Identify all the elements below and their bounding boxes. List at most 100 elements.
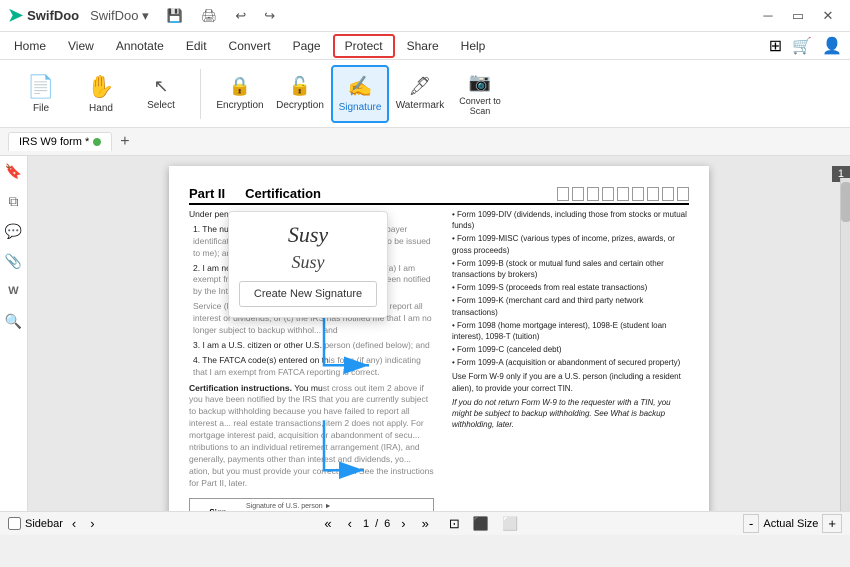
doc-area[interactable]: Susy Susy Create New Signature	[28, 156, 850, 511]
decryption-icon: 🔓	[289, 76, 311, 97]
right-item-3: • Form 1099-B (stock or mutual fund sale…	[444, 258, 689, 280]
add-tab-btn[interactable]: +	[116, 133, 133, 151]
hand-icon: ✋	[87, 74, 114, 100]
next-page-nav-btn[interactable]: ›	[396, 514, 410, 533]
menu-page[interactable]: Page	[283, 36, 331, 56]
prev-page-nav-btn[interactable]: ‹	[343, 514, 357, 533]
decryption-btn[interactable]: 🔓 Decryption	[271, 65, 329, 123]
scrollbar-track[interactable]	[840, 178, 850, 511]
menu-protect[interactable]: Protect	[333, 34, 395, 58]
signature-icon: ✍	[348, 74, 373, 99]
signature-field-label: Signature of U.S. person ►	[246, 503, 376, 510]
zoom-out-btn[interactable]: -	[743, 514, 759, 533]
sign-box: Sign Here Signature of U.S. person ► Sus…	[189, 498, 434, 511]
menu-annotate[interactable]: Annotate	[106, 36, 174, 56]
part-ii-header: Part II Certification	[189, 186, 689, 205]
menu-edit[interactable]: Edit	[176, 36, 217, 56]
right-item-2: • Form 1099-MISC (various types of incom…	[444, 233, 689, 255]
signature-field-value: Susy	[246, 510, 376, 511]
prev-page-btn[interactable]: ‹	[67, 514, 81, 533]
last-page-btn[interactable]: »	[417, 514, 434, 533]
restore-btn[interactable]: ▭	[784, 5, 812, 27]
decryption-label: Decryption	[276, 100, 324, 111]
toolbar-sep-1	[200, 69, 201, 119]
logo-icon: ➤	[8, 5, 23, 26]
sig-display-2: Susy	[239, 252, 377, 273]
scrollbar-thumb[interactable]	[841, 182, 850, 222]
right-item-5: • Form 1099-K (merchant card and third p…	[444, 295, 689, 317]
create-new-signature-btn[interactable]: Create New Signature	[239, 281, 377, 307]
print-btn[interactable]: 🖨	[196, 6, 223, 26]
close-btn[interactable]: ✕	[814, 5, 842, 27]
cart-icon[interactable]: 🛒	[788, 36, 816, 56]
page-separator: /	[375, 518, 378, 530]
actual-size-btn[interactable]: ⬜	[497, 514, 523, 534]
convert-scan-label: Convert to Scan	[455, 96, 505, 116]
right-item-8: • Form 1099-A (acquisition or abandonmen…	[444, 357, 689, 368]
minimize-btn[interactable]: ─	[754, 5, 782, 27]
title-bar: ➤ SwifDoo SwifDoo ▾ 💾 🖨 ↩ ↪ ─ ▭ ✕	[0, 0, 850, 32]
doc-right-col: • Form 1099-DIV (dividends, including th…	[444, 209, 689, 511]
tab-label: IRS W9 form *	[19, 136, 89, 148]
menu-bar: Home View Annotate Edit Convert Page Pro…	[0, 32, 850, 60]
sig-preview: Susy Susy	[239, 222, 377, 273]
signature-btn[interactable]: ✍ Signature	[331, 65, 389, 123]
page-icons-area: ⊡ ⬛ ⬜	[444, 514, 523, 534]
main-area: 🔖 ⧉ 💬 📎 W 🔍 Susy Susy Create New Signatu…	[0, 156, 850, 511]
sidebar-comment-icon[interactable]: 💬	[3, 220, 25, 242]
menu-share[interactable]: Share	[397, 36, 449, 56]
cert-item-3: 3. I am a U.S. citizen or other U.S. per…	[193, 340, 434, 352]
fit-page-btn[interactable]: ⊡	[444, 514, 465, 534]
hand-btn[interactable]: ✋ Hand	[72, 65, 130, 123]
app-menu-btn[interactable]: SwifDoo ▾	[85, 6, 154, 26]
user-icon[interactable]: 👤	[818, 36, 846, 56]
sidebar-field-icon[interactable]: W	[3, 280, 25, 302]
watermark-btn[interactable]: 🖋 Watermark	[391, 65, 449, 123]
fit-width-btn[interactable]: ⬛	[468, 514, 494, 534]
page-nav: Sidebar ‹ › « ‹ 1 / 6 › » ⊡ ⬛ ⬜ - Actual…	[0, 511, 850, 535]
right-item-1: • Form 1099-DIV (dividends, including th…	[444, 209, 689, 231]
cert-instructions-title: Certification instructions.	[189, 383, 292, 393]
redo-btn[interactable]: ↪	[259, 6, 280, 26]
menu-help[interactable]: Help	[451, 36, 496, 56]
signature-label: Signature	[339, 102, 382, 113]
sidebar-search-icon[interactable]: 🔍	[3, 310, 25, 332]
total-pages: 6	[384, 518, 390, 530]
menu-view[interactable]: View	[58, 36, 104, 56]
sidebar-checkbox[interactable]	[8, 517, 21, 530]
next-page-btn[interactable]: ›	[85, 514, 99, 533]
encryption-btn[interactable]: 🔒 Encryption	[211, 65, 269, 123]
first-page-btn[interactable]: «	[319, 514, 336, 533]
tab-irs-w9[interactable]: IRS W9 form *	[8, 132, 112, 151]
cert-instructions: Certification instructions. You must cro…	[189, 383, 434, 490]
sig-display-1: Susy	[239, 222, 377, 248]
left-sidebar: 🔖 ⧉ 💬 📎 W 🔍	[0, 156, 28, 511]
select-btn[interactable]: ↖ Select	[132, 65, 190, 123]
right-item-6: • Form 1098 (home mortgage interest), 10…	[444, 320, 689, 342]
watermark-label: Watermark	[396, 100, 445, 111]
sidebar-attachment-icon[interactable]: 📎	[3, 250, 25, 272]
menu-convert[interactable]: Convert	[219, 36, 281, 56]
convert-to-scan-btn[interactable]: 📷 Convert to Scan	[451, 65, 509, 123]
encryption-label: Encryption	[216, 100, 263, 111]
sidebar-layers-icon[interactable]: ⧉	[3, 190, 25, 212]
page-nav-center: « ‹ 1 / 6 › » ⊡ ⬛ ⬜	[319, 514, 523, 534]
cert-label: Certification	[245, 186, 321, 201]
undo-btn[interactable]: ↩	[230, 6, 251, 26]
zoom-in-btn[interactable]: +	[822, 514, 842, 533]
right-item-7: • Form 1099-C (canceled debt)	[444, 344, 689, 355]
select-icon: ↖	[153, 76, 168, 97]
save-btn[interactable]: 💾	[162, 6, 188, 26]
right-use-form: Use Form W-9 only if you are a U.S. pers…	[444, 371, 689, 393]
toolbar-protect-group: 🔒 Encryption 🔓 Decryption ✍ Signature 🖋 …	[207, 65, 513, 123]
tab-modified-dot	[93, 138, 101, 146]
cert-instructions-text: You must cross out item 2 above if you h…	[189, 383, 434, 488]
sidebar-bookmark-icon[interactable]: 🔖	[3, 160, 25, 182]
sidebar-checkbox-area: Sidebar ‹ ›	[8, 514, 100, 533]
file-btn[interactable]: 📄 File	[12, 65, 70, 123]
current-page: 1	[363, 518, 369, 530]
sidebar-label: Sidebar	[25, 518, 63, 530]
title-bar-left: ➤ SwifDoo SwifDoo ▾ 💾 🖨 ↩ ↪	[8, 5, 280, 26]
grid-icon[interactable]: ⊞	[765, 36, 786, 56]
menu-home[interactable]: Home	[4, 36, 56, 56]
